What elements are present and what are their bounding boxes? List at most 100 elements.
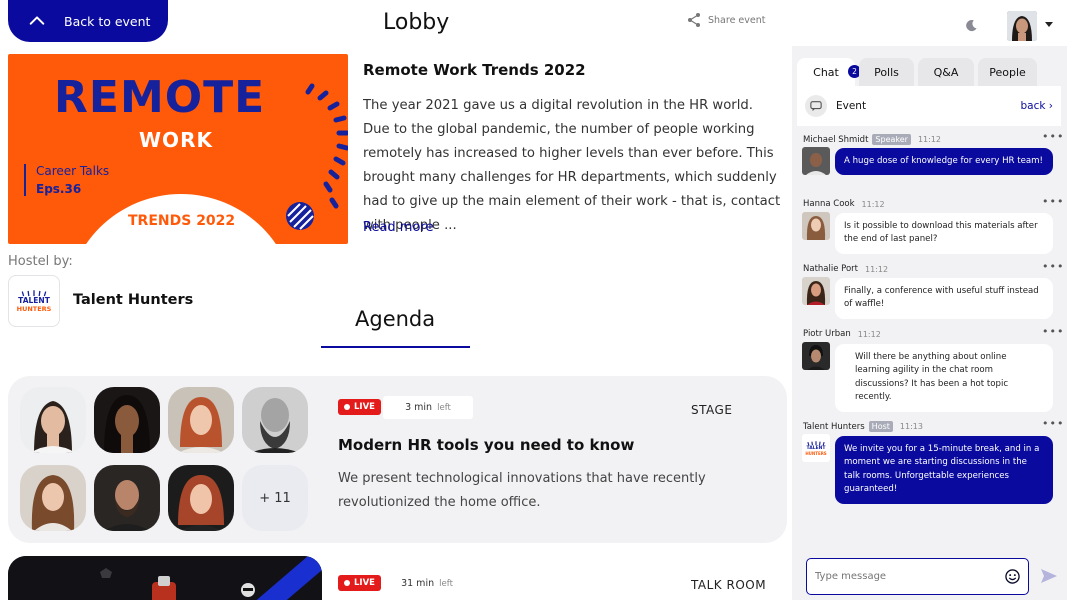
chat-back-label: back (1020, 100, 1046, 112)
message-input[interactable] (815, 571, 1005, 582)
message-avatar (802, 212, 830, 240)
message-time: 11:13 (899, 422, 923, 431)
message-time: 11:12 (865, 264, 889, 274)
host-name[interactable]: Talent Hunters (73, 292, 193, 308)
message-bubble: Finally, a conference with useful stuff … (835, 278, 1053, 319)
user-menu-caret-icon[interactable] (1045, 22, 1053, 27)
speaker-avatar (94, 465, 160, 531)
chat-bubble-icon (805, 95, 827, 117)
message-bubble: Is it possible to download this material… (835, 213, 1053, 254)
message-options-icon[interactable]: ••• (1042, 260, 1064, 273)
message-options-icon[interactable]: ••• (1042, 195, 1064, 208)
message-author: Nathalie Port (803, 264, 859, 274)
more-speakers-tile[interactable]: + 11 (242, 465, 308, 531)
message-avatar: TALENT HUNTERS (802, 434, 830, 462)
message-options-icon[interactable]: ••• (1042, 325, 1064, 338)
message-header: Piotr Urban 11:12 (803, 329, 881, 339)
hero-image-remote-text: REMOTE (54, 72, 266, 123)
message-header: Michael Shmidt Speaker 11:12 (803, 134, 941, 145)
message-author: Piotr Urban (803, 329, 851, 339)
message-author: Hanna Cook (803, 199, 855, 209)
hero-image-arc-decoration (286, 83, 348, 230)
host-logo[interactable]: TALENT HUNTERS (8, 275, 60, 327)
tab-polls[interactable]: Polls (859, 58, 914, 86)
message-bubble: Will there be anything about online lear… (835, 344, 1053, 412)
tab-chat-label: Chat (813, 65, 839, 79)
message-time: 11:12 (857, 329, 881, 339)
tab-people[interactable]: People (978, 58, 1037, 86)
message-avatar (802, 277, 830, 305)
agenda-session-card[interactable]: + 11 LIVE 3 min left STAGE Modern HR too… (8, 376, 787, 543)
message-role-badge: Speaker (872, 134, 911, 145)
live-badge-label: LIVE (354, 402, 375, 412)
hosted-by-label: Hostel by: (8, 254, 73, 269)
session-room-label: TALK ROOM (691, 578, 767, 592)
hero-image-series: Career Talks (36, 164, 110, 178)
tab-chat[interactable]: Chat 2 (797, 58, 861, 86)
back-to-event-label: Back to event (64, 13, 151, 29)
live-badge: LIVE (338, 399, 381, 415)
time-left-value: 3 min (405, 402, 433, 413)
message-options-icon[interactable]: ••• (1042, 417, 1064, 430)
speaker-avatar (20, 387, 86, 453)
speaker-avatar (168, 387, 234, 453)
share-icon (688, 13, 700, 27)
hero-description: The year 2021 gave us a digital revoluti… (363, 98, 781, 233)
dark-mode-moon-icon[interactable] (965, 19, 978, 32)
time-left-suffix: left (437, 403, 451, 413)
session-title[interactable]: Modern HR tools you need to know (338, 436, 634, 454)
time-left-indicator: 3 min left (383, 396, 473, 419)
message-header: Nathalie Port 11:12 (803, 264, 888, 274)
speaker-avatar (94, 387, 160, 453)
agenda-title: Agenda (355, 307, 436, 331)
hero-image-trends-text: TRENDS 2022 (128, 213, 236, 229)
message-time: 11:12 (917, 135, 942, 144)
emoji-icon[interactable] (1005, 569, 1020, 584)
share-event-button[interactable]: Share event (686, 12, 766, 28)
session-image[interactable] (8, 556, 322, 600)
hero-event-image: REMOTE WORK Career Talks Eps.36 TRENDS 2… (8, 54, 348, 244)
hero-image-episode: Eps.36 (36, 182, 82, 196)
speaker-avatar (20, 465, 86, 531)
share-event-label: Share event (708, 14, 766, 26)
read-more-link[interactable]: Read more (363, 220, 433, 235)
message-header: Hanna Cook 11:12 (803, 199, 885, 209)
tab-qa[interactable]: Q&A (918, 58, 974, 86)
send-icon[interactable] (1040, 567, 1058, 585)
chat-channel-header: Event back › (797, 86, 1061, 126)
back-to-event-button[interactable]: Back to event (8, 0, 168, 42)
agenda-underline (321, 346, 470, 348)
chat-channel-name: Event (836, 100, 867, 112)
chat-panel: Chat 2 Polls Q&A People Event back › Mic… (792, 46, 1067, 600)
session-room-label: STAGE (691, 403, 733, 417)
avatar-logo-line2: HUNTERS (805, 450, 827, 456)
chevron-up-icon (29, 16, 45, 25)
hero-image-work-text: WORK (139, 128, 213, 152)
live-dot-icon (344, 404, 350, 410)
live-badge-label: LIVE (354, 578, 375, 588)
message-bubble: We invite you for a 15-minute break, and… (835, 436, 1053, 504)
hero-image-career-block: Career Talks Eps.36 (24, 164, 109, 196)
chat-back-link[interactable]: back › (1021, 100, 1054, 112)
message-input-box[interactable] (806, 558, 1029, 595)
message-role-badge: Host (868, 421, 893, 432)
time-left-suffix: left (439, 579, 453, 589)
live-badge: LIVE (338, 575, 381, 591)
message-options-icon[interactable]: ••• (1042, 130, 1064, 143)
message-bubble: A huge dose of knowledge for every HR te… (835, 148, 1053, 176)
lobby-page: Back to event Lobby Share event REMOTE W… (0, 0, 1067, 600)
page-title: Lobby (383, 10, 450, 35)
message-header: Talent Hunters Host 11:13 (803, 421, 923, 432)
message-author: Michael Shmidt (803, 134, 869, 145)
speaker-avatar (168, 465, 234, 531)
host-logo-line2: HUNTERS (16, 304, 52, 313)
session-description: We present technological innovations tha… (338, 471, 706, 510)
live-dot-icon (344, 580, 350, 586)
hero-title: Remote Work Trends 2022 (363, 61, 586, 79)
host-logo-line1: TALENT (18, 295, 50, 305)
message-avatar (802, 147, 830, 175)
speaker-avatar (242, 387, 308, 453)
user-avatar[interactable] (1007, 11, 1037, 41)
message-avatar (802, 342, 830, 370)
message-time: 11:12 (861, 199, 885, 209)
